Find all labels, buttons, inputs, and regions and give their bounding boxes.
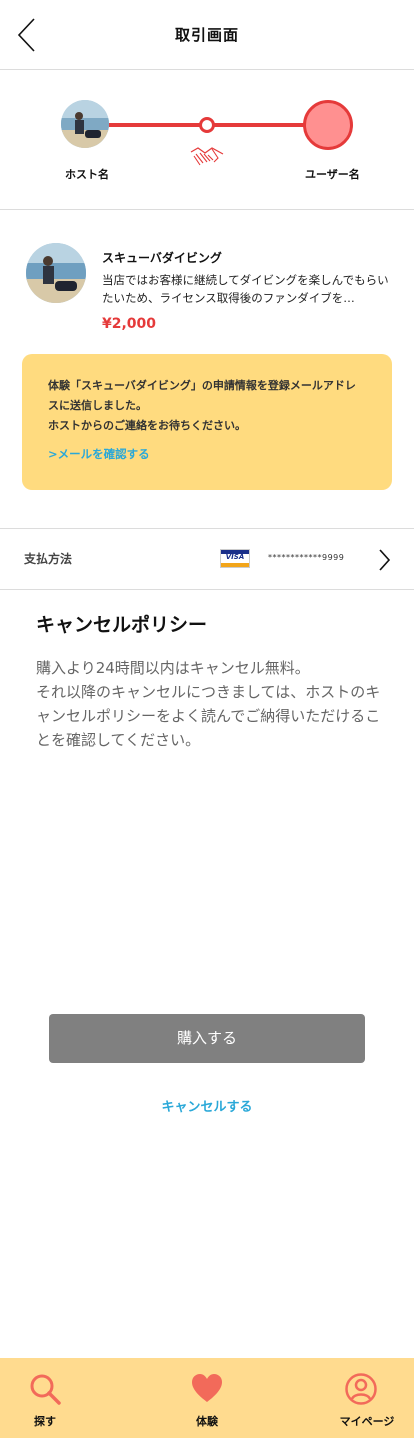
purchase-button[interactable]: 購入する	[49, 1014, 365, 1063]
visa-card-icon: VISA	[220, 549, 250, 568]
user-step-circle	[303, 100, 353, 150]
header: 取引画面	[0, 0, 414, 70]
check-email-link[interactable]: >メールを確認する	[48, 446, 366, 462]
progress-line-left	[108, 123, 201, 127]
payment-method-row[interactable]: 支払方法 VISA ************9999	[0, 528, 414, 590]
progress-line-right	[213, 123, 305, 127]
product-image	[26, 243, 86, 303]
nav-label-search: 探す	[34, 1415, 56, 1428]
product-price: ¥2,000	[102, 316, 157, 332]
progress-step-middle	[199, 117, 215, 133]
user-icon	[345, 1373, 377, 1405]
host-name-label: ホスト名	[65, 168, 109, 181]
nav-label-mypage: マイページ	[339, 1415, 395, 1428]
cancel-policy-text: 購入より24時間以内はキャンセル無料。 それ以降のキャンセルにつきましては、ホス…	[36, 659, 381, 749]
search-icon	[30, 1374, 61, 1405]
chevron-right-icon	[379, 549, 391, 571]
notice-box: 体験「スキューバダイビング」の申請情報を登録メールアドレスに送信しました。 ホス…	[22, 354, 392, 490]
notice-message: 体験「スキューバダイビング」の申請情報を登録メールアドレスに送信しました。 ホス…	[48, 379, 356, 432]
nav-label-experience: 体験	[196, 1415, 218, 1428]
product-name: スキューバダイビング	[102, 251, 222, 265]
card-number: ************9999	[268, 553, 345, 562]
host-avatar	[61, 100, 109, 148]
transaction-progress: ホスト名 ユーザー名	[0, 70, 414, 210]
nav-item-experience[interactable]: 体験	[157, 1358, 257, 1438]
cancel-link[interactable]: キャンセルする	[0, 1096, 414, 1115]
user-name-label: ユーザー名	[305, 168, 360, 181]
page-title: 取引画面	[174, 26, 239, 44]
bottom-navigation: 探す 体験 マイページ	[0, 1358, 414, 1438]
handshake-icon	[190, 147, 224, 166]
payment-method-label: 支払方法	[24, 552, 73, 566]
heart-icon	[192, 1374, 222, 1402]
chevron-left-icon	[17, 18, 35, 52]
cancel-policy-title: キャンセルポリシー	[36, 614, 208, 636]
nav-item-search[interactable]: 探す	[0, 1358, 95, 1438]
product-description: 当店ではお客様に継続してダイビングを楽しんでもらいたいため、ライセンス取得後のフ…	[102, 273, 389, 305]
back-button[interactable]	[10, 14, 46, 56]
nav-item-mypage[interactable]: マイページ	[317, 1358, 414, 1438]
